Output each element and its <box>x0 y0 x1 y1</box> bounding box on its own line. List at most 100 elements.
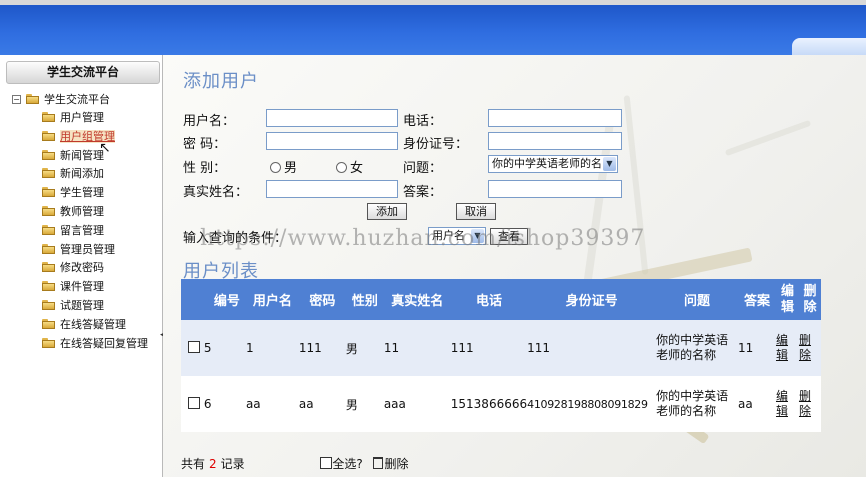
column-header-password: 密码 <box>298 279 346 320</box>
row-edit-cell: 编辑 <box>775 376 799 432</box>
header-banner <box>0 5 866 60</box>
folder-icon <box>42 130 56 141</box>
gender-male-label: 男 <box>284 161 298 176</box>
id-number-input[interactable] <box>488 132 622 150</box>
row-answer: aa <box>738 376 776 432</box>
collapse-minus-icon[interactable]: − <box>12 95 21 104</box>
row-idcard: 111 <box>527 320 657 376</box>
trash-icon[interactable] <box>372 457 383 469</box>
watermark-text: https://www.huzhan.com/ishop39397 <box>200 226 646 251</box>
table-row: 5 1 111 男 11 111 111 你的中学英语老师的名称 11 编辑 删… <box>181 320 821 376</box>
question-select[interactable]: 你的中学英语老师的名 ▼ <box>488 155 618 173</box>
sidebar-item-label: 新闻管理 <box>60 148 104 162</box>
sidebar-item-news-add[interactable]: 新闻添加 <box>42 165 148 184</box>
row-realname: 11 <box>383 320 451 376</box>
sidebar-item-label: 留言管理 <box>60 223 104 237</box>
row-question: 你的中学英语老师的名称 <box>656 376 739 432</box>
user-table: 编号 用户名 密码 性别 真实姓名 电话 身份证号 问题 答案 编辑 删除 5 … <box>181 279 821 432</box>
sidebar-item-change-password[interactable]: 修改密码 <box>42 259 148 278</box>
answer-input[interactable] <box>488 180 622 198</box>
sidebar-item-label: 修改密码 <box>60 261 104 275</box>
sidebar-item-teacher-management[interactable]: 教师管理 <box>42 203 148 222</box>
delete-selected-link[interactable]: 删除 <box>385 457 409 471</box>
sidebar-item-user-group-management[interactable]: 用户组管理 <box>42 128 148 147</box>
sidebar-title: 学生交流平台 <box>6 61 160 84</box>
folder-icon <box>42 281 56 292</box>
table-row: 6 aa aa 男 aaa 1513866666 410928198808091… <box>181 376 821 432</box>
sidebar-item-label: 学生管理 <box>60 186 104 200</box>
row-idcard: 410928198808091829 <box>527 376 657 432</box>
answer-label: 答案： <box>403 185 443 200</box>
column-header-phone: 电话 <box>450 279 528 320</box>
question-select-value: 你的中学英语老师的名 <box>492 157 602 170</box>
sidebar-item-user-management[interactable]: 用户管理 <box>42 109 148 128</box>
gender-female-radio[interactable]: 女 <box>336 157 363 176</box>
row-answer: 11 <box>738 320 776 376</box>
radio-icon[interactable] <box>336 162 347 173</box>
column-header-username: 用户名 <box>245 279 299 320</box>
sidebar: 学生交流平台 − 学生交流平台 用户管理 用户组管理 新闻管理 新闻添加 学生管理… <box>0 55 167 477</box>
row-id-cell: 6 <box>181 376 246 432</box>
select-all-label[interactable]: 全选? <box>332 457 362 471</box>
sidebar-item-label: 新闻添加 <box>60 167 104 181</box>
column-header-idcard: 身份证号 <box>527 279 657 320</box>
sidebar-item-label: 管理员管理 <box>60 242 115 256</box>
delete-link[interactable]: 删除 <box>799 389 811 418</box>
row-gender: 男 <box>345 320 384 376</box>
row-id: 5 <box>203 341 212 355</box>
row-phone: 111 <box>450 320 528 376</box>
folder-icon <box>42 243 56 254</box>
sidebar-item-label: 在线答疑管理 <box>60 317 126 331</box>
folder-icon <box>42 205 56 216</box>
add-button[interactable]: 添加 <box>367 203 407 220</box>
sidebar-item-exam-management[interactable]: 试题管理 <box>42 297 148 316</box>
phone-input[interactable] <box>488 109 622 127</box>
folder-icon <box>42 224 56 235</box>
folder-icon <box>42 318 56 329</box>
folder-icon <box>42 262 56 273</box>
username-label: 用户名： <box>183 114 236 129</box>
sidebar-item-label: 用户管理 <box>60 111 104 124</box>
edit-link[interactable]: 编辑 <box>776 389 788 418</box>
folder-icon <box>42 168 56 179</box>
folder-icon <box>42 337 56 348</box>
sidebar-item-label: 试题管理 <box>60 298 104 312</box>
password-input[interactable] <box>266 132 398 150</box>
sidebar-item-qa-management[interactable]: 在线答疑管理 <box>42 316 148 335</box>
mouse-cursor-icon: ↖ <box>99 140 111 156</box>
sidebar-item-label: 教师管理 <box>60 204 104 218</box>
sidebar-item-label: 课件管理 <box>60 280 104 294</box>
edit-link[interactable]: 编辑 <box>776 333 788 362</box>
tree-items: 用户管理 用户组管理 新闻管理 新闻添加 学生管理 教师管理 留言管理 管理员管… <box>42 109 148 353</box>
sidebar-item-qa-reply-management[interactable]: 在线答疑回复管理 <box>42 335 148 354</box>
sidebar-item-message-management[interactable]: 留言管理 <box>42 222 148 241</box>
row-checkbox[interactable] <box>188 397 200 409</box>
column-header-answer: 答案 <box>738 279 776 320</box>
select-all-checkbox[interactable] <box>320 457 333 469</box>
table-footer: 共有 2 记录 全选? 删除 <box>181 455 409 472</box>
row-id-cell: 5 <box>181 320 246 376</box>
sidebar-item-news-management[interactable]: 新闻管理 <box>42 147 148 166</box>
row-checkbox[interactable] <box>188 341 200 353</box>
column-header-id: 编号 <box>181 279 246 320</box>
radio-icon[interactable] <box>270 162 281 173</box>
sidebar-item-courseware-management[interactable]: 课件管理 <box>42 278 148 297</box>
gender-male-radio[interactable]: 男 <box>270 157 297 176</box>
folder-icon <box>42 187 56 198</box>
realname-input[interactable] <box>266 180 398 198</box>
id-number-label: 身份证号： <box>403 137 469 152</box>
tree-root[interactable]: − 学生交流平台 <box>12 91 110 107</box>
row-password: 111 <box>298 320 346 376</box>
footer-prefix: 共有 <box>181 457 206 471</box>
chevron-down-icon[interactable]: ▼ <box>603 157 616 171</box>
column-header-gender: 性别 <box>345 279 384 320</box>
cancel-button[interactable]: 取消 <box>456 203 496 220</box>
row-delete-cell: 删除 <box>798 376 821 432</box>
username-input[interactable] <box>266 109 398 127</box>
delete-link[interactable]: 删除 <box>799 333 811 362</box>
sidebar-item-admin-management[interactable]: 管理员管理 <box>42 241 148 260</box>
footer-suffix: 记录 <box>220 457 245 471</box>
sidebar-item-student-management[interactable]: 学生管理 <box>42 184 148 203</box>
row-delete-cell: 删除 <box>798 320 821 376</box>
column-header-realname: 真实姓名 <box>383 279 451 320</box>
